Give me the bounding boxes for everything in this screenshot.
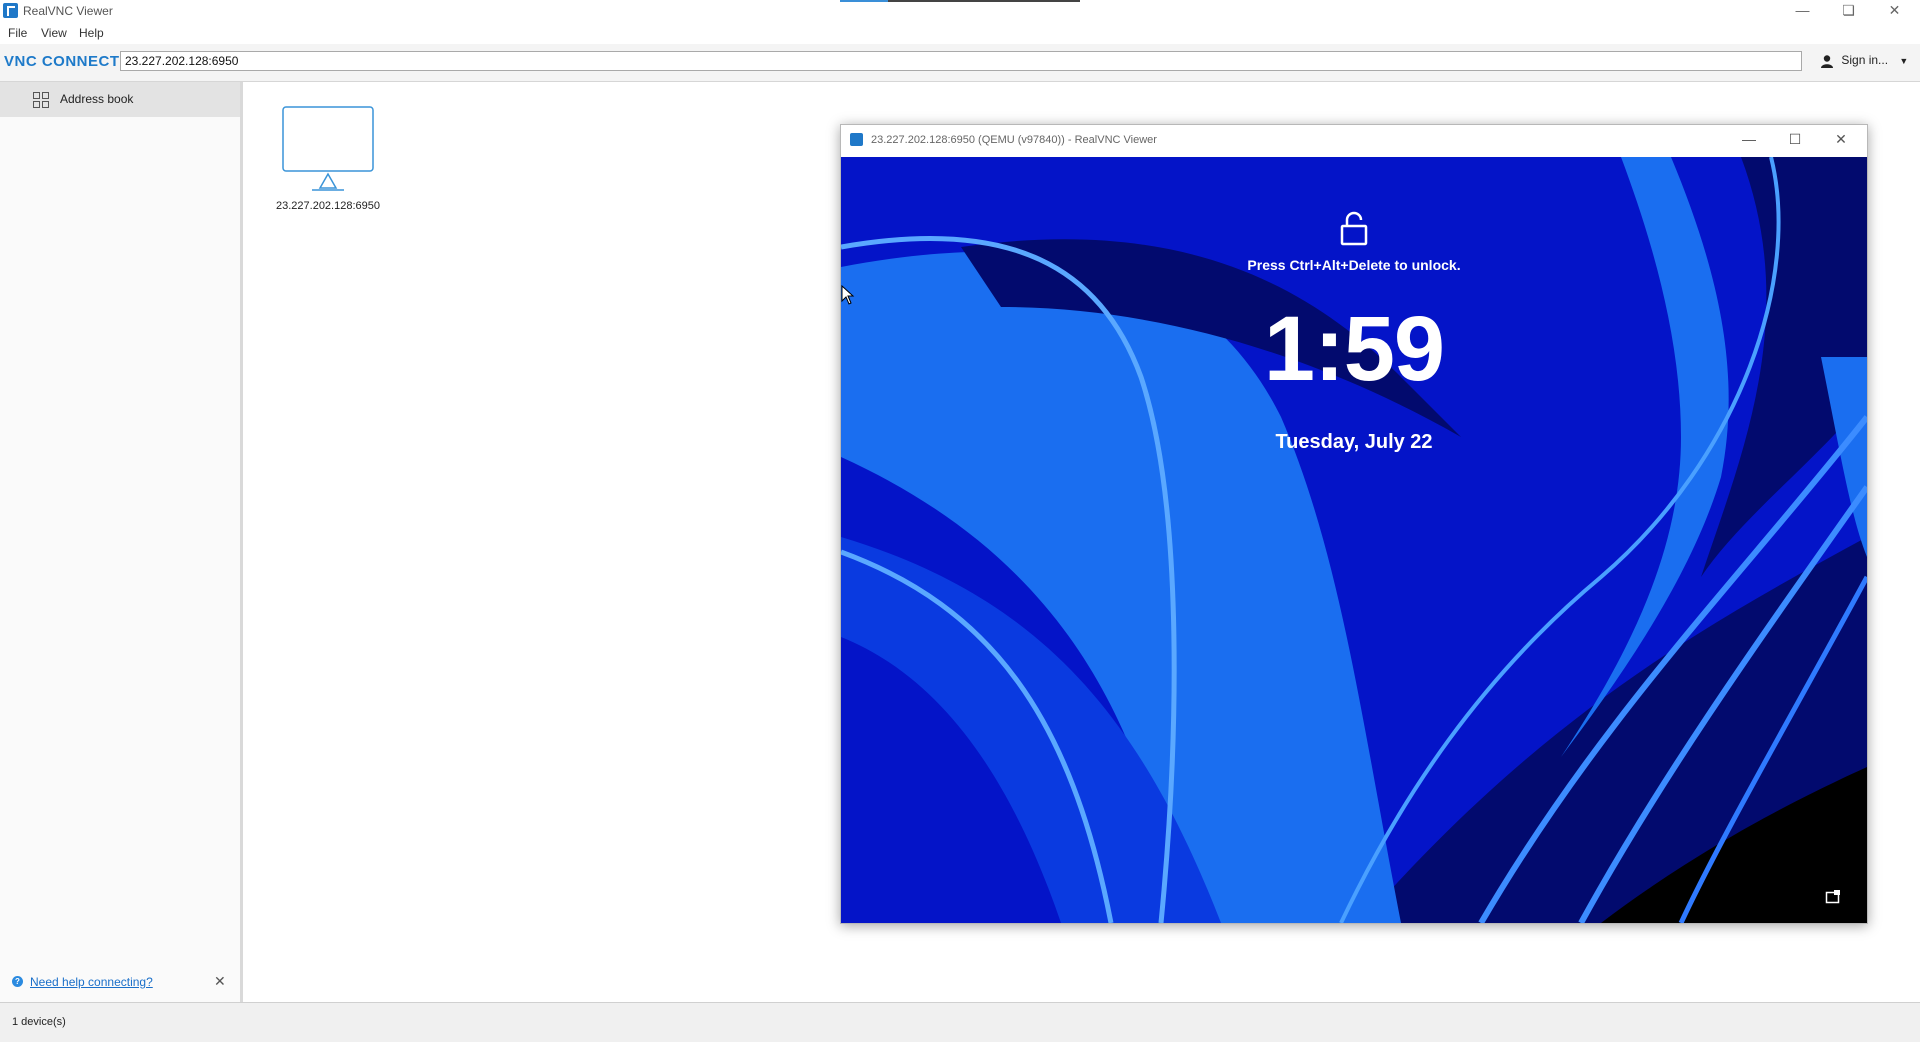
close-icon: ✕ bbox=[1835, 131, 1847, 147]
device-tile[interactable]: 23.227.202.128:6950 bbox=[276, 104, 380, 220]
app-icon bbox=[3, 3, 18, 18]
minimize-icon: — bbox=[1795, 2, 1810, 18]
remote-desktop-screen[interactable]: Press Ctrl+Alt+Delete to unlock. 1:59 Tu… bbox=[841, 157, 1867, 923]
restore-icon: ❏ bbox=[1842, 2, 1855, 18]
help-bar: ? Need help connecting? ✕ bbox=[0, 967, 240, 997]
window-title: RealVNC Viewer bbox=[23, 4, 113, 18]
brand-logo: VNC CONNECT bbox=[4, 53, 120, 70]
lock-icon bbox=[1340, 211, 1368, 246]
status-bar: 1 device(s) bbox=[0, 1002, 1920, 1042]
signin-button[interactable]: Sign in... ▼ bbox=[1820, 53, 1908, 68]
vnc-titlebar[interactable]: 23.227.202.128:6950 (QEMU (v97840)) - Re… bbox=[841, 125, 1867, 155]
window-titlebar: RealVNC Viewer — ❏ ✕ bbox=[0, 0, 1920, 22]
vnc-minimize-button[interactable]: — bbox=[1727, 129, 1771, 151]
restore-button[interactable]: ❏ bbox=[1826, 0, 1871, 22]
vnc-window-title: 23.227.202.128:6950 (QEMU (v97840)) - Re… bbox=[871, 134, 1157, 146]
menu-file[interactable]: File bbox=[8, 26, 27, 40]
menu-bar: File View Help bbox=[0, 22, 1920, 44]
signin-label: Sign in... bbox=[1841, 53, 1889, 67]
mouse-cursor-icon bbox=[841, 285, 855, 305]
vnc-session-window[interactable]: 23.227.202.128:6950 (QEMU (v97840)) - Re… bbox=[840, 124, 1868, 924]
help-icon: ? bbox=[12, 976, 23, 987]
maximize-icon: ☐ bbox=[1788, 131, 1802, 147]
minimize-icon: — bbox=[1742, 131, 1756, 147]
vnc-close-button[interactable]: ✕ bbox=[1819, 129, 1863, 151]
chevron-down-icon: ▼ bbox=[1899, 56, 1909, 66]
lockscreen-date: Tuesday, July 22 bbox=[1275, 431, 1433, 453]
toolbar: VNC CONNECT Sign in... ▼ bbox=[0, 44, 1920, 82]
monitor-icon bbox=[282, 106, 374, 191]
app-icon bbox=[850, 133, 863, 146]
help-close-icon[interactable]: ✕ bbox=[214, 973, 226, 990]
sidebar-item-label: Address book bbox=[60, 92, 134, 106]
grid-icon bbox=[33, 92, 49, 108]
device-count: 1 device(s) bbox=[12, 1016, 66, 1028]
menu-view[interactable]: View bbox=[41, 26, 67, 40]
user-icon bbox=[1821, 55, 1833, 68]
close-icon: ✕ bbox=[1888, 2, 1901, 18]
help-link[interactable]: Need help connecting? bbox=[30, 975, 153, 989]
sidebar: Address book ? Need help connecting? ✕ bbox=[0, 82, 243, 1002]
titlebar-tab-indicator bbox=[840, 0, 1080, 2]
vnc-maximize-button[interactable]: ☐ bbox=[1773, 129, 1817, 151]
minimize-button[interactable]: — bbox=[1780, 0, 1825, 22]
unlock-message: Press Ctrl+Alt+Delete to unlock. bbox=[1247, 257, 1461, 273]
address-input[interactable] bbox=[120, 51, 1802, 71]
device-name: 23.227.202.128:6950 bbox=[276, 200, 380, 212]
menu-help[interactable]: Help bbox=[79, 26, 104, 40]
accessibility-icon[interactable] bbox=[1825, 889, 1841, 905]
close-button[interactable]: ✕ bbox=[1872, 0, 1917, 22]
sidebar-item-address-book[interactable]: Address book bbox=[0, 82, 240, 117]
lockscreen-clock: 1:59 bbox=[1263, 298, 1445, 400]
